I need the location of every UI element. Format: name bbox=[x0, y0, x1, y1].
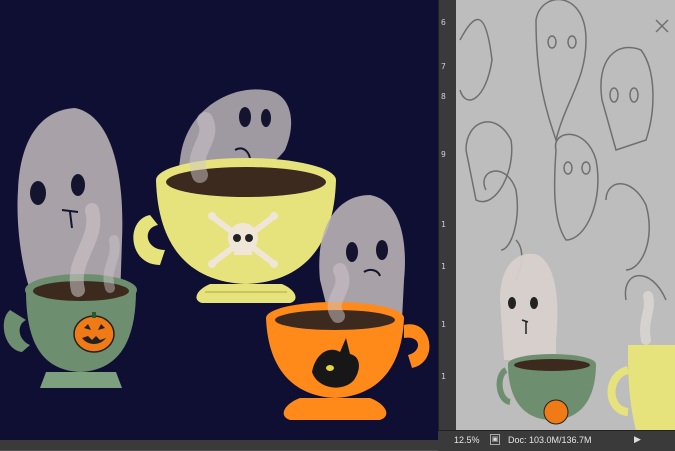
zoom-level[interactable]: 12.5% bbox=[454, 435, 480, 445]
ruler-tick: 1 bbox=[441, 372, 446, 381]
ruler-tick: 1 bbox=[441, 320, 446, 329]
sketch-reference-canvas[interactable] bbox=[456, 0, 675, 430]
ruler-tick: 9 bbox=[441, 150, 446, 159]
halloween-cups-illustration bbox=[0, 0, 438, 450]
ruler-tick: 7 bbox=[441, 62, 446, 71]
doc-size-info: Doc: 103.0M/136.7M bbox=[508, 435, 592, 445]
status-menu-arrow-icon[interactable]: ▶ bbox=[634, 434, 641, 445]
vertical-ruler: 6 7 8 9 1 1 1 1 bbox=[438, 0, 457, 450]
sketch-ghost-colored bbox=[500, 254, 557, 360]
ruler-tick: 1 bbox=[441, 262, 446, 271]
artwork-canvas[interactable] bbox=[0, 0, 438, 450]
document-icon[interactable]: ▣ bbox=[490, 434, 500, 445]
pencil-sketch-image bbox=[456, 0, 675, 430]
ruler-tick: 1 bbox=[441, 220, 446, 229]
ruler-tick: 6 bbox=[441, 18, 446, 27]
ruler-tick: 8 bbox=[441, 92, 446, 101]
status-bar: 12.5% ▣ Doc: 103.0M/136.7M ▶ bbox=[438, 430, 675, 451]
left-status-strip bbox=[0, 440, 438, 450]
